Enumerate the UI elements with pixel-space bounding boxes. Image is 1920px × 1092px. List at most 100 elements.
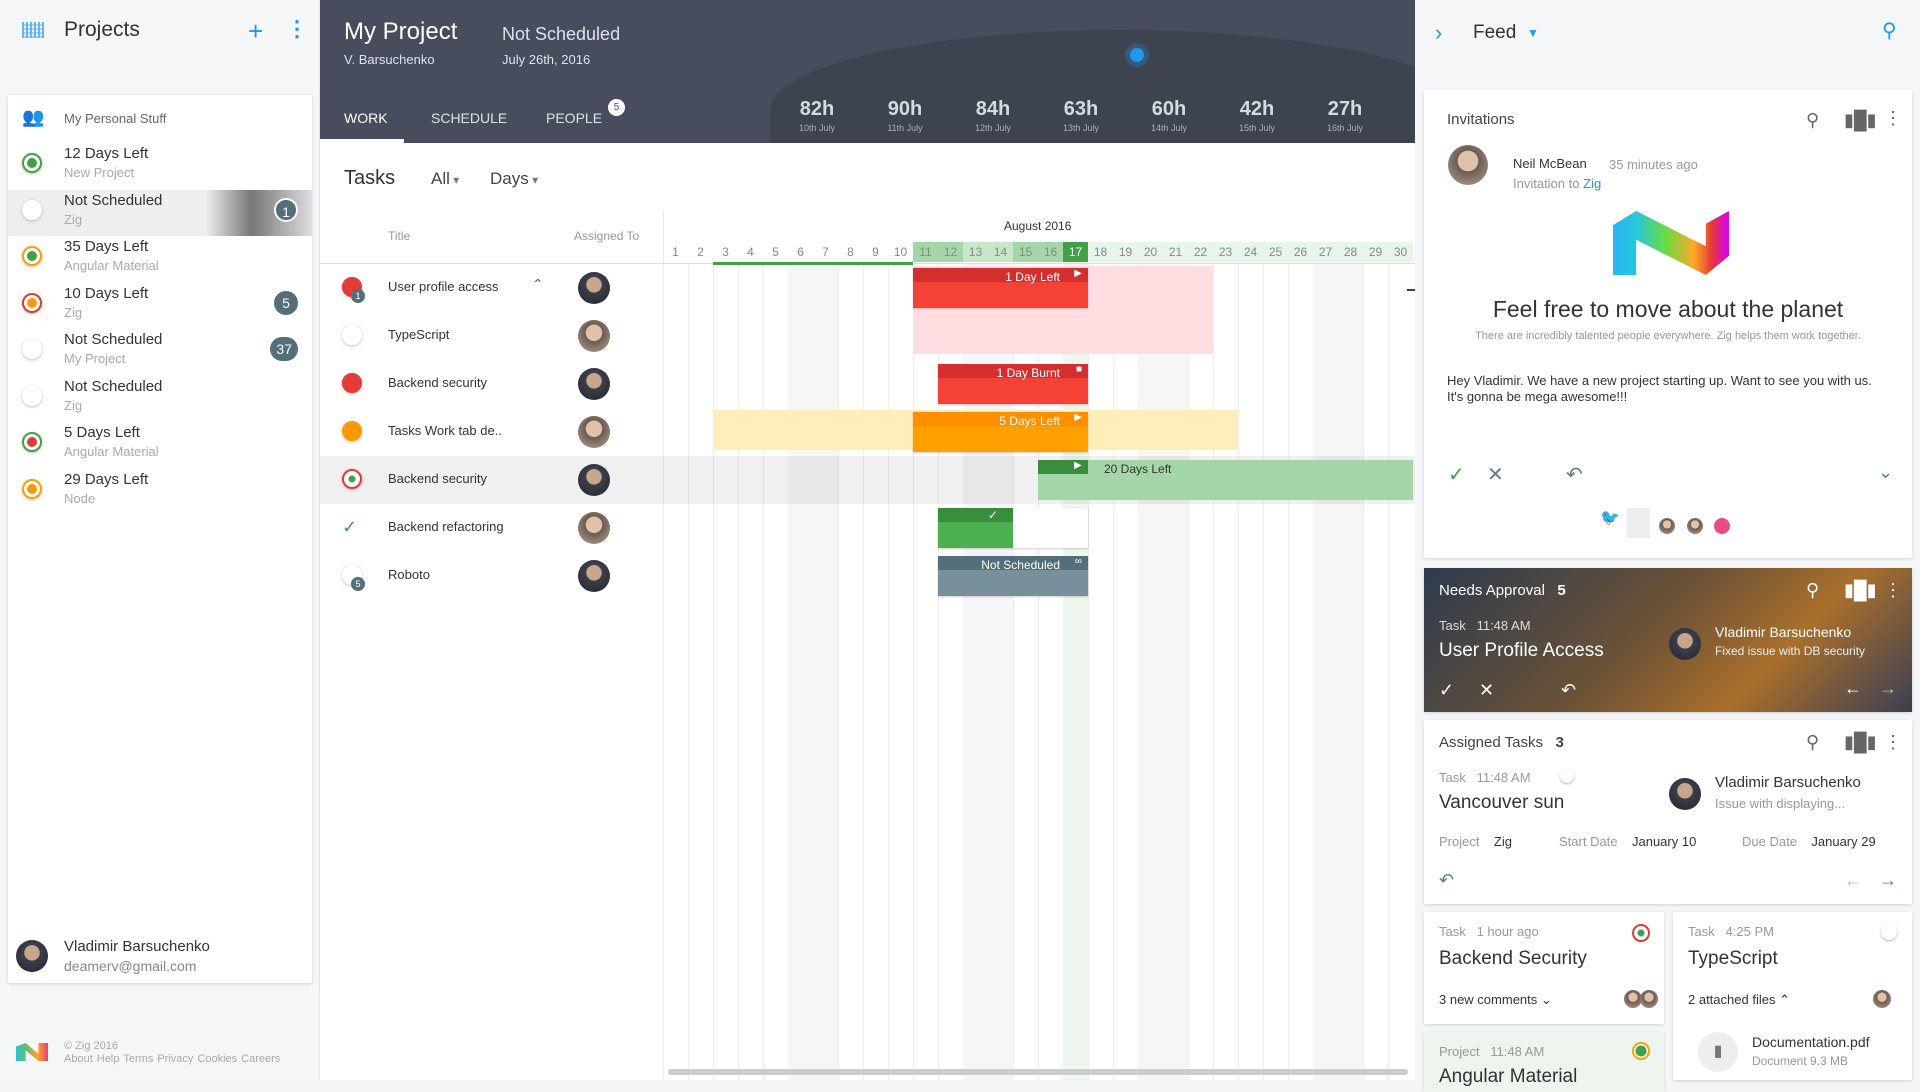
task-row[interactable]: TypeScript xyxy=(320,312,1415,360)
day-label[interactable]: 16 xyxy=(1038,242,1063,262)
gantt-bar[interactable]: ✓ xyxy=(938,508,1088,548)
footer-link-terms[interactable]: Terms xyxy=(123,1053,153,1065)
gantt-bar[interactable]: 1 Day Left ▶ xyxy=(913,268,1088,308)
footer-link-privacy[interactable]: Privacy xyxy=(157,1053,193,1065)
reply-icon[interactable]: ↶ xyxy=(1439,870,1454,891)
collapse-chevron-icon[interactable]: ⌃ xyxy=(532,276,544,293)
user-avatar[interactable] xyxy=(16,940,48,972)
reject-close-icon[interactable]: ✕ xyxy=(1479,680,1494,701)
footer-link-cookies[interactable]: Cookies xyxy=(197,1053,237,1065)
project-item[interactable]: Not Scheduled Zig 1 xyxy=(8,189,312,236)
day-label[interactable]: 25 xyxy=(1263,242,1288,262)
task-name[interactable]: Roboto xyxy=(388,567,430,582)
prev-arrow-icon[interactable]: ← xyxy=(1844,870,1862,891)
day-label[interactable]: 7 xyxy=(813,242,838,262)
day-label[interactable]: 17 xyxy=(1063,242,1088,262)
user-avatar[interactable] xyxy=(1669,778,1701,810)
play-icon[interactable]: ▶ xyxy=(1074,460,1082,471)
gantt-bar[interactable]: 20 Days Left ▶ xyxy=(1038,460,1413,500)
prev-arrow-icon[interactable]: ← xyxy=(1844,678,1862,699)
task-name[interactable]: Backend security xyxy=(388,375,487,390)
task-name[interactable]: TypeScript xyxy=(388,327,449,342)
day-label[interactable]: 26 xyxy=(1288,242,1313,262)
feed-dropdown-icon[interactable]: ▼ xyxy=(1527,26,1539,40)
twitter-icon[interactable]: 🐦 xyxy=(1600,508,1620,528)
project-card-angular[interactable]: Project 11:48 AM Angular Material xyxy=(1424,1032,1664,1092)
expand-chevron-icon[interactable]: ⌄ xyxy=(1878,462,1893,483)
reply-icon[interactable]: ↶ xyxy=(1566,462,1583,487)
feed-title[interactable]: Feed xyxy=(1473,22,1516,44)
day-label[interactable]: 13 xyxy=(963,242,988,262)
task-row[interactable]: Backend security xyxy=(320,360,1415,408)
sender-avatar[interactable] xyxy=(1448,145,1488,185)
project-item[interactable]: 29 Days Left Node xyxy=(8,469,312,515)
tab-schedule[interactable]: SCHEDULE xyxy=(431,110,507,126)
search-icon[interactable]: ⚲ xyxy=(1882,18,1897,43)
project-item[interactable]: 35 Days Left Angular Material xyxy=(8,236,312,282)
day-label[interactable]: 5 xyxy=(763,242,788,262)
project-status[interactable]: 5 Days Left xyxy=(64,424,140,441)
stop-icon[interactable]: ■ xyxy=(1076,364,1082,375)
add-project-icon[interactable]: + xyxy=(248,16,263,47)
user-avatar[interactable] xyxy=(1669,628,1701,660)
footer-link-about[interactable]: About xyxy=(64,1053,93,1065)
day-label[interactable]: 29 xyxy=(1363,242,1388,262)
day-label[interactable]: 15 xyxy=(1013,242,1038,262)
day-label[interactable]: 6 xyxy=(788,242,813,262)
play-icon[interactable]: ▶ xyxy=(1074,268,1082,279)
dribbble-icon[interactable] xyxy=(1714,518,1730,534)
day-label[interactable]: 1 xyxy=(663,242,688,262)
day-label[interactable]: 8 xyxy=(838,242,863,262)
gantt-bar[interactable]: 1 Day Burnt ■ xyxy=(938,364,1088,404)
more-vert-icon[interactable]: ⋮ xyxy=(286,16,308,42)
day-label[interactable]: 11 xyxy=(913,242,938,262)
tab-work[interactable]: WORK xyxy=(344,110,388,126)
project-status[interactable]: Not Scheduled xyxy=(64,378,162,395)
footer-link-careers[interactable]: Careers xyxy=(241,1053,280,1065)
gantt-bar[interactable]: 5 Days Left ▶ xyxy=(913,412,1088,452)
task-card-typescript[interactable]: Task 4:25 PM TypeScript 2 attached files… xyxy=(1673,912,1912,1080)
assignee-avatar[interactable] xyxy=(578,272,610,304)
task-row[interactable]: 1 User profile access ⌃ xyxy=(320,264,1415,312)
project-item[interactable]: Not Scheduled Zig xyxy=(8,376,312,422)
files-toggle[interactable]: 2 attached files ⌃ xyxy=(1688,992,1790,1008)
assignee-avatar[interactable] xyxy=(578,560,610,592)
project-status[interactable]: 35 Days Left xyxy=(64,238,148,255)
day-label[interactable]: 19 xyxy=(1113,242,1138,262)
project-status[interactable]: 10 Days Left xyxy=(64,285,148,302)
task-name[interactable]: Tasks Work tab de.. xyxy=(388,423,502,438)
zig-share-icon[interactable] xyxy=(1627,508,1650,538)
day-label[interactable]: 4 xyxy=(738,242,763,262)
menu-logo-icon[interactable] xyxy=(22,22,44,38)
day-label[interactable]: 12 xyxy=(938,242,963,262)
day-label[interactable]: 9 xyxy=(863,242,888,262)
day-label[interactable]: 24 xyxy=(1238,242,1263,262)
project-item[interactable]: 5 Days Left Angular Material xyxy=(8,422,312,468)
invite-project-link[interactable]: Zig xyxy=(1583,176,1601,191)
gantt-bar[interactable]: Not Scheduled ∞ xyxy=(938,556,1088,596)
task-title[interactable]: User Profile Access xyxy=(1439,640,1604,662)
project-status[interactable]: 29 Days Left xyxy=(64,471,148,488)
day-label[interactable]: 14 xyxy=(988,242,1013,262)
approve-check-icon[interactable]: ✓ xyxy=(1439,680,1454,701)
day-label[interactable]: 22 xyxy=(1188,242,1213,262)
day-label[interactable]: 27 xyxy=(1313,242,1338,262)
more-vert-icon[interactable]: ⋮ xyxy=(1884,580,1902,601)
task-card-backend-security[interactable]: Task 1 hour ago Backend Security 3 new c… xyxy=(1424,912,1664,1024)
task-name[interactable]: Backend refactoring xyxy=(388,519,504,534)
reply-icon[interactable]: ↶ xyxy=(1561,680,1576,701)
project-item[interactable]: Not Scheduled My Project 37 xyxy=(8,329,312,375)
avatar[interactable] xyxy=(1873,990,1891,1008)
avatar[interactable] xyxy=(1659,518,1675,534)
project-status[interactable]: 12 Days Left xyxy=(64,145,148,162)
search-icon[interactable]: ⚲ xyxy=(1806,732,1819,753)
current-point-marker[interactable] xyxy=(1130,48,1144,62)
infinity-icon[interactable]: ∞ xyxy=(1075,556,1082,567)
day-label[interactable]: 20 xyxy=(1138,242,1163,262)
day-label[interactable]: 30 xyxy=(1388,242,1413,262)
task-title[interactable]: Vancouver sun xyxy=(1439,792,1564,814)
filter-dropdown[interactable]: All xyxy=(431,169,459,189)
footer-link-help[interactable]: Help xyxy=(97,1053,120,1065)
decline-close-icon[interactable]: ✕ xyxy=(1487,462,1504,487)
more-vert-icon[interactable]: ⋮ xyxy=(1884,108,1902,129)
